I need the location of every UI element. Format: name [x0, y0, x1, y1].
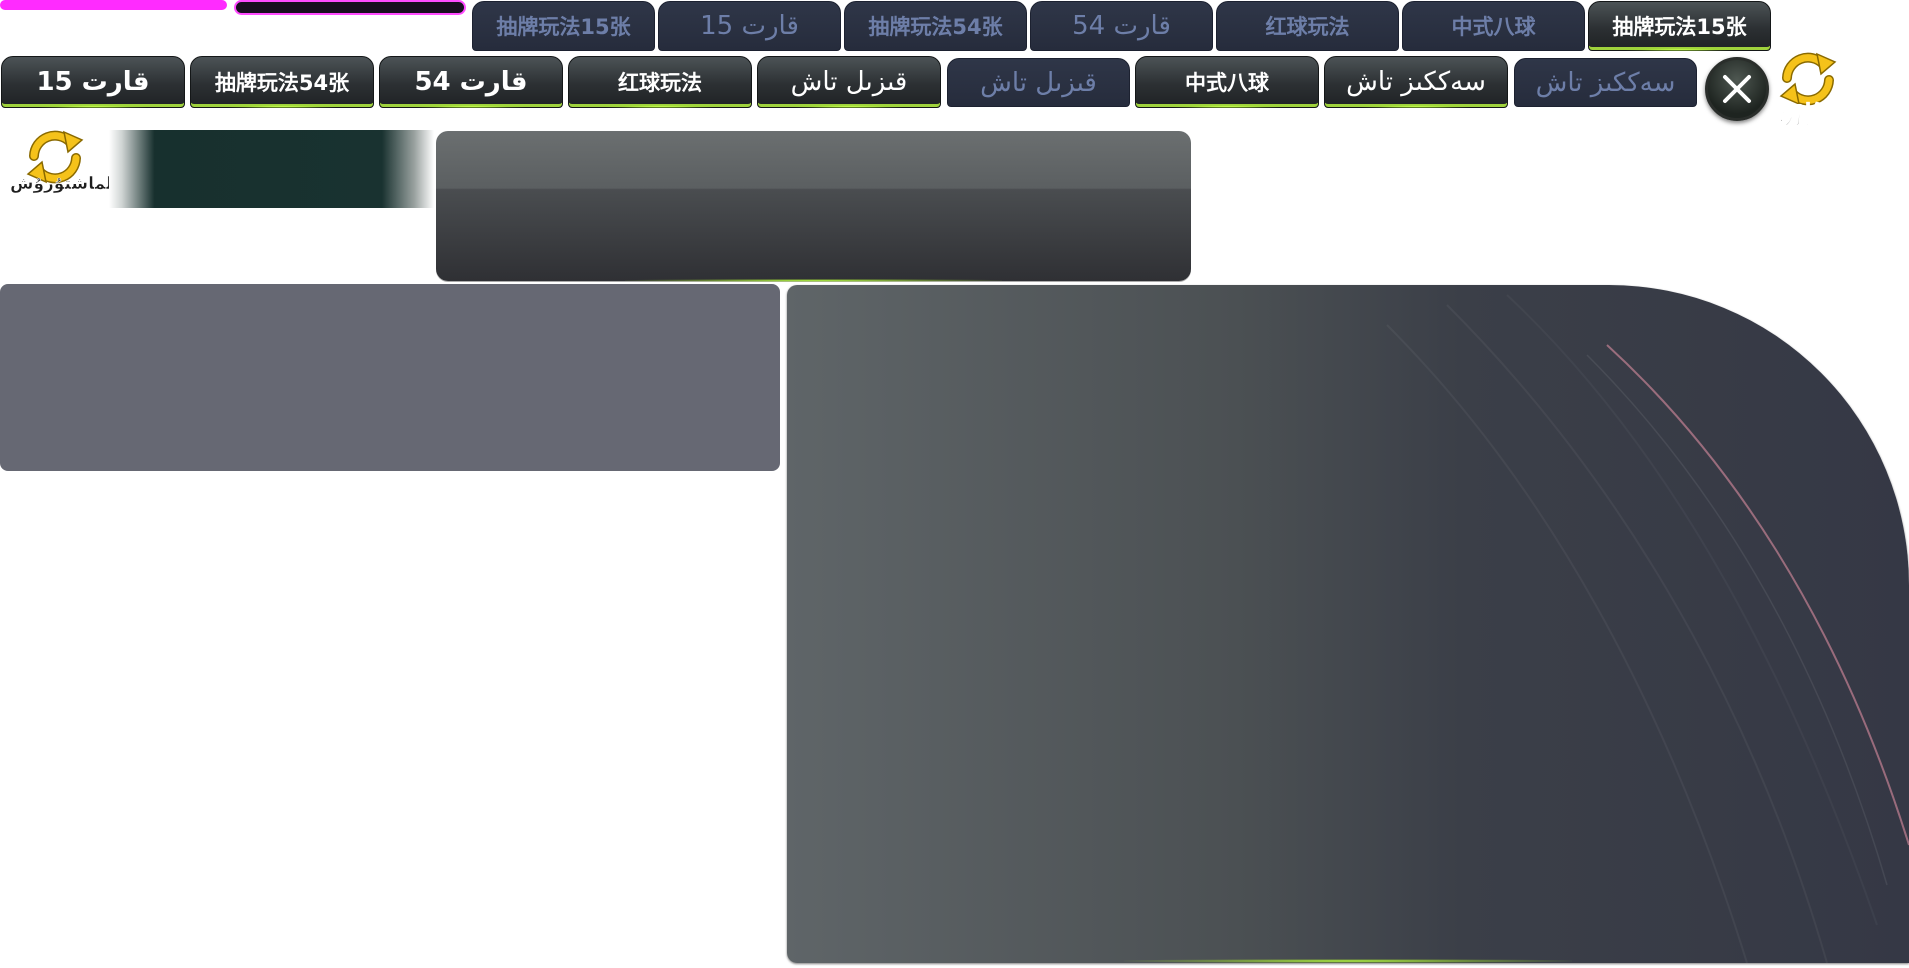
tab-label: 红球玩法 — [618, 71, 702, 95]
tab2-draw-15-ug[interactable]: 15 قارت — [1, 56, 185, 108]
tab2-eight-ball-ug-dim[interactable]: سەككىز تاش — [1514, 58, 1697, 107]
tab-draw-54-ug[interactable]: 54 قارت — [1030, 1, 1213, 51]
close-x-icon — [1723, 75, 1751, 103]
tab-label: 54 قارت — [414, 67, 528, 97]
dark-progress-bar — [234, 0, 466, 15]
refresh-label: ئالماشتۇرۇش — [10, 174, 126, 195]
tab-label: 抽牌玩法54张 — [868, 15, 1003, 39]
tab-draw-15-cn[interactable]: 抽牌玩法15张 — [472, 1, 655, 51]
pink-progress-bar — [0, 0, 227, 10]
tab2-eight-ball-ug[interactable]: سەككىز تاش — [1324, 56, 1508, 108]
switch-label: 切换 — [1776, 101, 1830, 131]
tab-label: 抽牌玩法54张 — [214, 71, 350, 95]
tab-label: 红球玩法 — [1265, 15, 1350, 39]
tab-red-ball-cn[interactable]: 红球玩法 — [1216, 1, 1399, 51]
side-panel — [0, 284, 780, 471]
switch-button[interactable]: 切换 — [1775, 52, 1841, 131]
tab-label: 54 قارت — [1072, 11, 1171, 41]
tab-label: 抽牌玩法15张 — [496, 15, 631, 39]
close-button[interactable] — [1705, 57, 1769, 121]
tab2-red-ball-ug-dim[interactable]: قىزىل تاش — [947, 58, 1130, 107]
tab-label: 15 قارت — [700, 11, 799, 41]
tab-label: 抽牌玩法15张 — [1612, 15, 1747, 39]
tab2-draw-54-cn[interactable]: 抽牌玩法54张 — [190, 56, 374, 108]
tab-draw-15-ug[interactable]: 15 قارت — [658, 1, 841, 51]
tab-label: قىزىل تاش — [980, 67, 1097, 98]
tab-eight-ball-cn[interactable]: 中式八球 — [1402, 1, 1585, 51]
tab2-draw-54-ug[interactable]: 54 قارت — [379, 56, 563, 108]
tab-draw-54-cn[interactable]: 抽牌玩法54张 — [844, 1, 1027, 51]
tab2-red-ball-ug[interactable]: قىزىل تاش — [757, 56, 941, 108]
tab-label: سەككىز تاش — [1535, 67, 1676, 98]
tab-label: 中式八球 — [1185, 71, 1269, 95]
main-table-panel — [787, 285, 1909, 963]
tab-label: 15 قارت — [36, 67, 150, 97]
info-strip — [109, 130, 434, 208]
tab-label: 中式八球 — [1451, 15, 1536, 39]
decorative-swoosh — [1386, 294, 1909, 963]
tab-label: قىزىل تاش — [790, 67, 908, 97]
tab-draw-15-cn-selected[interactable]: 抽牌玩法15张 — [1588, 1, 1771, 51]
tab2-red-ball-cn[interactable]: 红球玩法 — [568, 56, 752, 108]
header-panel — [436, 131, 1191, 282]
tab2-eight-ball-cn[interactable]: 中式八球 — [1135, 56, 1319, 108]
tab-label: سەككىز تاش — [1346, 67, 1486, 97]
refresh-button[interactable]: ئالماشتۇرۇش — [8, 130, 125, 204]
